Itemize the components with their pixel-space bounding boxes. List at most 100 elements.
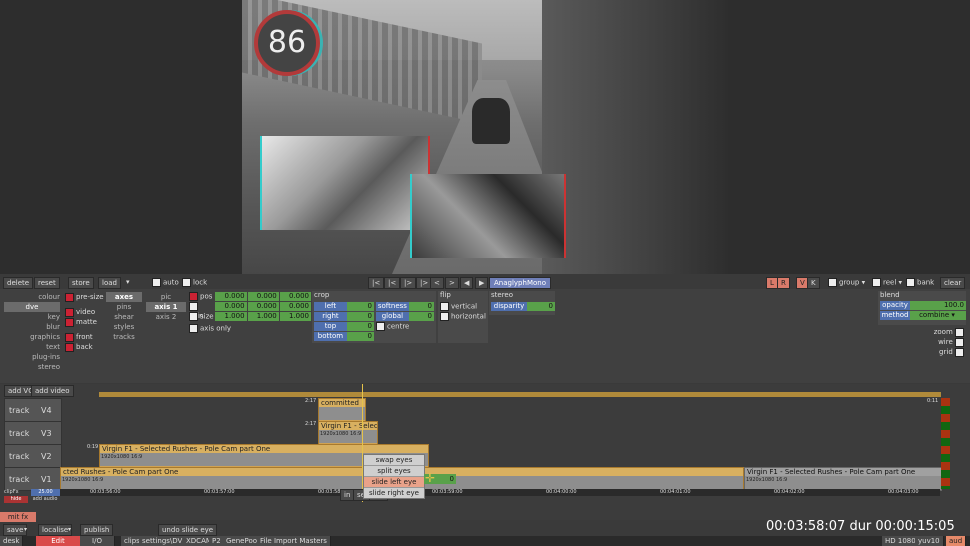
step-back-button[interactable]: < — [430, 277, 444, 289]
load-dropdown-icon[interactable]: ▾ — [126, 278, 130, 286]
size-x[interactable]: 1.000 — [215, 312, 247, 321]
menu-graphics[interactable]: graphics — [4, 332, 60, 342]
pos-checkbox[interactable] — [189, 292, 198, 301]
clear-button[interactable]: clear — [940, 277, 966, 289]
zoom-checkbox[interactable] — [955, 327, 964, 337]
pre-size-option[interactable]: pre-size — [65, 292, 105, 302]
pins-tab[interactable]: pins — [106, 302, 142, 312]
next-edit-button[interactable]: |> — [400, 277, 417, 289]
committed-clip[interactable]: committed — [318, 398, 366, 422]
menu-blur[interactable]: blur — [4, 322, 60, 332]
axis-only-checkbox[interactable] — [189, 324, 198, 333]
reset-button[interactable]: reset — [34, 277, 60, 289]
pre-size-checkbox[interactable] — [65, 292, 74, 302]
axes-tab[interactable]: axes — [106, 292, 142, 302]
styles-tab[interactable]: styles — [106, 322, 142, 332]
video-preview[interactable]: 86 — [242, 0, 728, 274]
tab-file-import-masters[interactable]: File Import Masters — [257, 536, 331, 546]
zoom-option[interactable]: zoom — [924, 327, 966, 337]
wire-checkbox[interactable] — [955, 337, 964, 347]
menu-colour[interactable]: colour — [4, 292, 60, 302]
reel-checkbox[interactable] — [872, 278, 881, 287]
pip-inset-2[interactable] — [412, 174, 564, 258]
edit-tab[interactable]: Edit — [36, 536, 81, 546]
axis-only-option[interactable]: axis only — [189, 324, 311, 333]
disparity-value[interactable]: 0 — [527, 302, 555, 311]
auto-checkbox[interactable] — [152, 278, 161, 287]
crop-left-value[interactable]: 0 — [346, 302, 374, 311]
global-value[interactable]: 0 — [408, 312, 434, 321]
prev-edit-button[interactable]: |< — [384, 277, 401, 289]
video-checkbox[interactable] — [65, 307, 74, 317]
spin-z[interactable]: 0.000 — [279, 302, 311, 311]
matte-option[interactable]: matte — [65, 317, 105, 327]
clip-v3[interactable]: Virgin F1 - Selecte 1920x1080 16:9 — [318, 421, 378, 445]
back-checkbox[interactable] — [65, 342, 74, 352]
bank-checkbox[interactable] — [906, 278, 915, 287]
store-button[interactable]: store — [68, 277, 94, 289]
group-checkbox[interactable] — [828, 278, 837, 287]
track-header-v2[interactable]: track V2 — [4, 444, 62, 468]
spin-checkbox[interactable] — [189, 302, 198, 311]
lock-toggle[interactable]: lock — [182, 278, 207, 287]
localise-dropdown-icon[interactable]: ▾ — [68, 526, 71, 533]
size-checkbox[interactable] — [189, 312, 198, 321]
pos-y[interactable]: 0.000 — [247, 292, 279, 301]
undo-button[interactable]: undo slide eye — [158, 524, 218, 536]
shear-tab[interactable]: shear — [106, 312, 142, 322]
menu-key[interactable]: key — [4, 312, 60, 322]
clip-v1b[interactable]: Virgin F1 - Selected Rushes - Pole Cam p… — [744, 467, 942, 491]
track-header-v1[interactable]: track V1 — [4, 467, 62, 491]
save-dropdown-icon[interactable]: ▾ — [24, 526, 27, 533]
auto-toggle[interactable]: auto — [152, 278, 179, 287]
spin-x[interactable]: 0.000 — [215, 302, 247, 311]
top-range-bar[interactable] — [99, 392, 941, 397]
centre-checkbox[interactable] — [376, 322, 385, 331]
timeline-ruler[interactable]: 00:03:56:00 00:03:57:00 00:03:58:00 00:0… — [60, 489, 940, 496]
menu-plug-ins[interactable]: plug-ins — [4, 352, 60, 362]
track-header-v4[interactable]: track V4 — [4, 398, 62, 422]
axis2-tab[interactable]: axis 2 — [146, 312, 186, 322]
right-eye-button[interactable]: R — [777, 277, 790, 289]
play-button[interactable]: ▶ — [475, 277, 489, 289]
clipfx-value[interactable]: 25.00 — [31, 489, 60, 496]
flip-vertical-option[interactable]: vertical — [438, 302, 488, 311]
front-option[interactable]: front — [65, 332, 105, 342]
grid-checkbox[interactable] — [955, 347, 964, 357]
play-reverse-button[interactable]: ◀ — [460, 277, 474, 289]
softness-value[interactable]: 0 — [408, 302, 434, 311]
lock-checkbox[interactable] — [182, 278, 191, 287]
delete-button[interactable]: delete — [3, 277, 34, 289]
mit-fx-button[interactable]: mit fx — [0, 512, 36, 522]
method-select[interactable]: combine ▾ — [910, 311, 966, 320]
menu-text[interactable]: text — [4, 342, 60, 352]
slide-left-eye-item[interactable]: slide left eye — [364, 477, 424, 488]
flip-horizontal-option[interactable]: horizontal — [438, 312, 488, 321]
wire-option[interactable]: wire — [924, 337, 966, 347]
tracks-tab[interactable]: tracks — [106, 332, 142, 342]
size-y[interactable]: 1.000 — [247, 312, 279, 321]
desk-tab[interactable]: desk — [0, 536, 24, 546]
add-audio-button[interactable]: add audio — [30, 496, 60, 503]
key-button[interactable]: K — [807, 277, 820, 289]
menu-stereo[interactable]: stereo — [4, 362, 60, 372]
back-option[interactable]: back — [65, 342, 105, 352]
group-toggle[interactable]: group ▾ — [828, 278, 865, 287]
centre-option[interactable]: centre — [376, 322, 434, 331]
grid-option[interactable]: grid — [924, 347, 966, 357]
pos-x[interactable]: 0.000 — [215, 292, 247, 301]
hide-button[interactable]: hide — [4, 496, 28, 503]
swap-eyes-item[interactable]: swap eyes — [364, 455, 424, 466]
crop-top-value[interactable]: 0 — [346, 322, 374, 331]
front-checkbox[interactable] — [65, 332, 74, 342]
crop-right-value[interactable]: 0 — [346, 312, 374, 321]
pos-z[interactable]: 0.000 — [279, 292, 311, 301]
opacity-value[interactable]: 100.0 — [910, 301, 966, 310]
go-start-button[interactable]: |< — [368, 277, 385, 289]
pic-tab[interactable]: pic — [146, 292, 186, 302]
step-forward-button[interactable]: > — [445, 277, 459, 289]
size-z[interactable]: 1.000 — [279, 312, 311, 321]
audio-button[interactable]: aud — [946, 536, 967, 546]
menu-dve[interactable]: dve — [4, 302, 60, 312]
spin-y[interactable]: 0.000 — [247, 302, 279, 311]
